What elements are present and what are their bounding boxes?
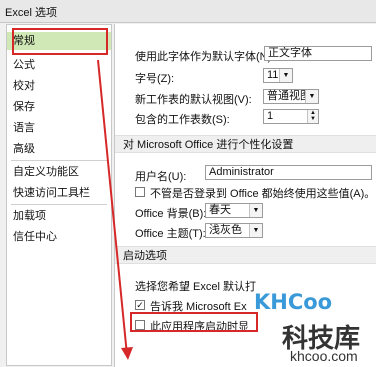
watermark-brand: KHCoo bbox=[254, 290, 333, 314]
watermark-url: khcoo.com bbox=[290, 348, 358, 364]
